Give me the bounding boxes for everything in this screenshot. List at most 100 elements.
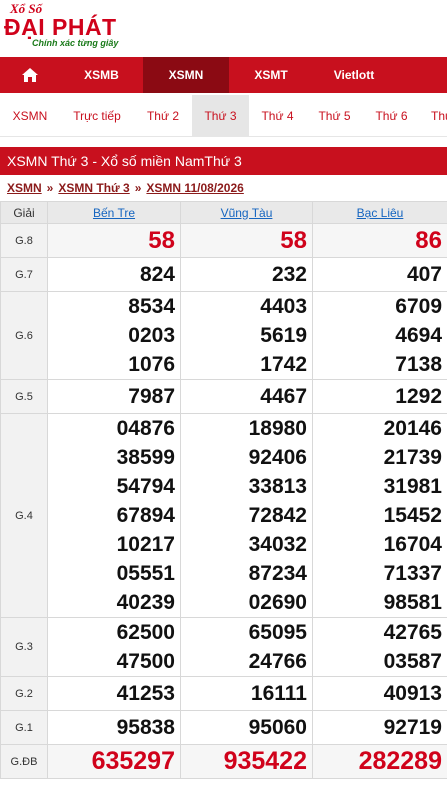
prize-cell: 42765 03587 [312, 617, 447, 677]
prize-cell: 7987 [47, 379, 181, 414]
breadcrumb: XSMN » XSMN Thứ 3 » XSMN 11/08/2026 [0, 175, 447, 201]
prize-label: G.2 [0, 676, 48, 711]
prize-number: 92406 [248, 446, 307, 469]
prize-cell: 58 [180, 223, 313, 258]
prize-number: 635297 [91, 747, 175, 775]
prize-number: 7987 [128, 385, 175, 408]
prize-row-g7: G.7 824 232 407 [0, 257, 447, 292]
prize-cell: 282289 [312, 744, 447, 779]
prize-row-g5: G.5 7987 4467 1292 [0, 379, 447, 414]
giai-header: Giải [0, 201, 48, 224]
prize-label: G.4 [0, 413, 48, 618]
province-ben-tre[interactable]: Bến Tre [47, 201, 181, 224]
tab-thu-7[interactable]: Thứ 7 [420, 95, 447, 136]
prize-number: 31981 [383, 475, 442, 498]
prize-number: 86 [415, 227, 442, 254]
prize-cell: 65095 24766 [180, 617, 313, 677]
nav-xsmn[interactable]: XSMN [143, 57, 229, 93]
prize-cell: 4403 5619 1742 [180, 291, 313, 380]
prize-row-g6: G.6 8534 0203 1076 4403 5619 1742 6709 4694 7138 [0, 291, 447, 380]
prize-number: 72842 [248, 504, 307, 527]
prize-number: 62500 [116, 621, 175, 644]
page-title: XSMN Thứ 3 - Xổ số miền NamThứ 3 [0, 147, 447, 175]
prize-cell: 86 [312, 223, 447, 258]
tab-xsmn[interactable]: XSMN [0, 95, 60, 136]
province-bac-lieu[interactable]: Bạc Liêu [312, 201, 447, 224]
prize-cell: 41253 [47, 676, 181, 711]
site-logo[interactable]: ĐẠI PHÁT [4, 16, 443, 39]
table-header-row: Giải Bến Tre Vũng Tàu Bạc Liêu [0, 201, 447, 224]
prize-number: 54794 [116, 475, 175, 498]
breadcrumb-xsmn[interactable]: XSMN [7, 181, 42, 195]
prize-number: 34032 [248, 533, 307, 556]
prize-number: 40913 [383, 682, 442, 705]
prize-number: 16111 [250, 682, 307, 705]
prize-label: G.8 [0, 223, 48, 258]
prize-number: 98581 [383, 591, 442, 614]
prize-number: 4694 [395, 324, 442, 347]
nav-xsmt[interactable]: XSMT [229, 57, 313, 93]
tab-truc-tiep[interactable]: Trực tiếp [60, 95, 134, 136]
prize-cell: 407 [312, 257, 447, 292]
prize-number: 4467 [260, 385, 307, 408]
prize-number: 33813 [248, 475, 307, 498]
prize-number: 40239 [116, 591, 175, 614]
prize-number: 10217 [116, 533, 175, 556]
prize-label: G.ĐB [0, 744, 48, 779]
prize-row-g1: G.1 95838 95060 92719 [0, 710, 447, 745]
results-table: Giải Bến Tre Vũng Tàu Bạc Liêu G.8 58 58 86… [0, 201, 447, 779]
prize-label: G.7 [0, 257, 48, 292]
tab-thu-6[interactable]: Thứ 6 [363, 95, 420, 136]
prize-number: 5619 [260, 324, 307, 347]
prize-number: 24766 [248, 650, 307, 673]
home-icon [22, 68, 38, 82]
prize-number: 8534 [128, 295, 175, 318]
nav-vietlott[interactable]: Vietlott [313, 57, 395, 93]
prize-number: 0203 [128, 324, 175, 347]
prize-cell: 16111 [180, 676, 313, 711]
prize-number: 407 [406, 263, 442, 286]
day-tabs: XSMN Trực tiếp Thứ 2 Thứ 3 Thứ 4 Thứ 5 T… [0, 95, 447, 137]
prize-cell: 95060 [180, 710, 313, 745]
province-vung-tau[interactable]: Vũng Tàu [180, 201, 313, 224]
prize-cell: 6709 4694 7138 [312, 291, 447, 380]
prize-number: 20146 [383, 417, 442, 440]
prize-number: 15452 [383, 504, 442, 527]
prize-number: 58 [148, 227, 175, 254]
tab-thu-4[interactable]: Thứ 4 [249, 95, 306, 136]
prize-cell: 935422 [180, 744, 313, 779]
tab-thu-3[interactable]: Thứ 3 [192, 95, 249, 136]
prize-number: 05551 [116, 562, 175, 585]
prize-number: 65095 [248, 621, 307, 644]
prize-number: 95838 [116, 716, 175, 739]
prize-cell: 8534 0203 1076 [47, 291, 181, 380]
prize-number: 18980 [248, 417, 307, 440]
nav-xsmb[interactable]: XSMB [60, 57, 143, 93]
main-nav: XSMB XSMN XSMT Vietlott [0, 57, 447, 93]
prize-number: 87234 [248, 562, 307, 585]
breadcrumb-xsmn-date[interactable]: XSMN 11/08/2026 [146, 181, 243, 195]
prize-number: 16704 [383, 533, 442, 556]
prize-cell: 1292 [312, 379, 447, 414]
prize-number: 04876 [116, 417, 175, 440]
prize-cell: 62500 47500 [47, 617, 181, 677]
prize-number: 42765 [383, 621, 442, 644]
prize-number: 7138 [395, 353, 442, 376]
prize-row-gdb: G.ĐB 635297 935422 282289 [0, 744, 447, 779]
prize-number: 21739 [383, 446, 442, 469]
prize-number: 4403 [260, 295, 307, 318]
tab-thu-2[interactable]: Thứ 2 [134, 95, 192, 136]
home-button[interactable] [0, 57, 60, 93]
tab-thu-5[interactable]: Thứ 5 [306, 95, 363, 136]
prize-cell: 40913 [312, 676, 447, 711]
site-header: Xổ Số ĐẠI PHÁT Chính xác từng giây [0, 0, 447, 56]
prize-number: 95060 [248, 716, 307, 739]
prize-cell: 18980 92406 33813 72842 34032 87234 02690 [180, 413, 313, 618]
prize-number: 71337 [383, 562, 442, 585]
prize-number: 47500 [116, 650, 175, 673]
prize-cell: 232 [180, 257, 313, 292]
prize-number: 282289 [358, 747, 442, 775]
prize-cell: 635297 [47, 744, 181, 779]
prize-number: 935422 [223, 747, 307, 775]
breadcrumb-xsmn-thu-3[interactable]: XSMN Thứ 3 [58, 181, 129, 195]
